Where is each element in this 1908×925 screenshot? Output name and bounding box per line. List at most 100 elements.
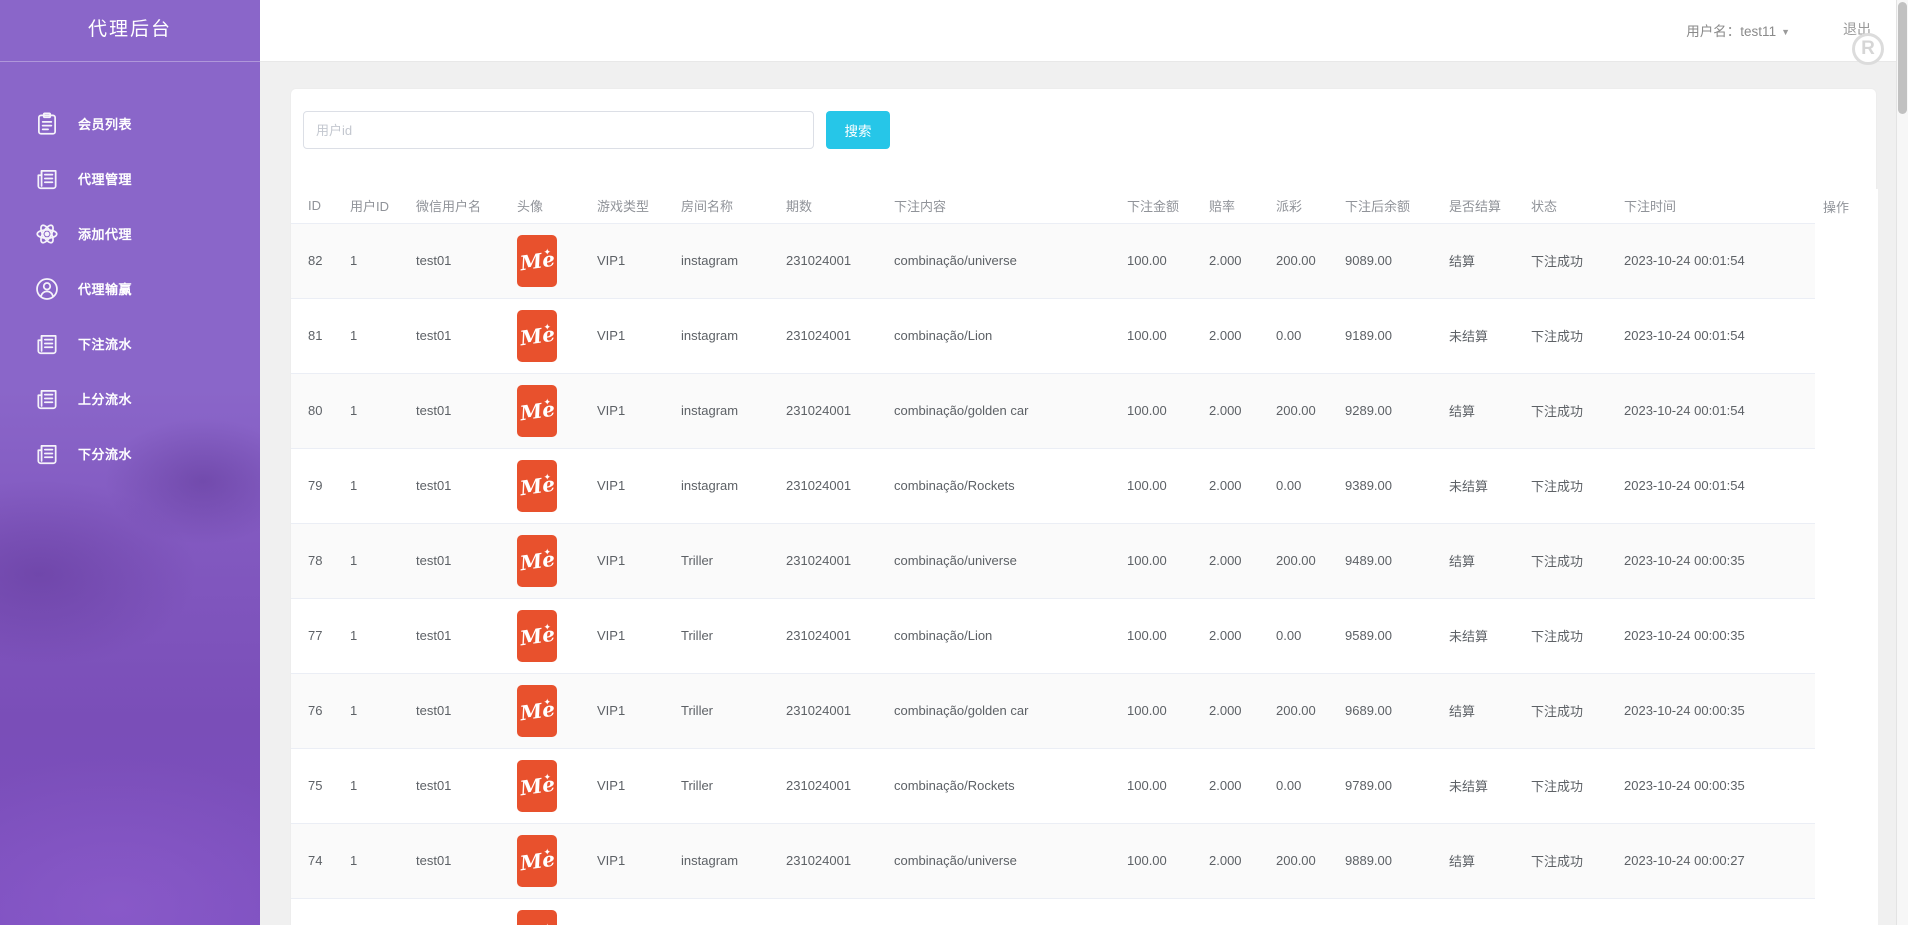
atom-icon <box>33 220 61 248</box>
sidebar-item-label: 会员列表 <box>78 117 133 132</box>
cell-content: combinação/Lion <box>886 598 1119 674</box>
news-icon <box>33 330 61 358</box>
cell-balance: 9789.00 <box>1337 748 1441 824</box>
cell-wechat: test01 <box>408 448 509 524</box>
cell-settled: 结算 <box>1441 373 1523 449</box>
cell-status: 下注成功 <box>1523 298 1616 374</box>
cell-room: instagram <box>673 223 778 299</box>
registered-r-logo: R <box>1852 33 1884 65</box>
cell-payout: 200.00 <box>1268 823 1337 899</box>
table-body: 82 1 test01 Me ✦ VIP1 instagram 231024001 combin… <box>291 223 1878 925</box>
cell-amount: 100.00 <box>1119 448 1201 524</box>
cell-action <box>1815 523 1878 598</box>
cell-settled: 结算 <box>1441 673 1523 749</box>
column-header: 房间名称 <box>673 189 778 224</box>
news-icon <box>33 440 61 468</box>
cell-amount: 100.00 <box>1119 298 1201 374</box>
table-row: 79 1 test01 Me ✦ VIP1 instagram 231024001 combin… <box>291 448 1878 524</box>
wechat-avatar: Me✦ <box>517 834 557 887</box>
cell-id: 80 <box>291 373 342 449</box>
column-header: 游戏类型 <box>589 189 673 224</box>
user-circle-icon <box>33 275 61 303</box>
cell-content: combinação/Rockets <box>886 748 1119 824</box>
table-row: 82 1 test01 Me ✦ VIP1 instagram 231024001 combin… <box>291 223 1878 299</box>
chevron-down-icon: ▼ <box>1781 27 1790 37</box>
sparkle-icon: ✦ <box>543 696 551 707</box>
search-bar: 搜索 <box>303 111 1876 149</box>
sparkle-icon: ✦ <box>543 846 551 857</box>
cell-content <box>886 898 1119 925</box>
cell-content: combinação/golden car <box>886 373 1119 449</box>
sidebar-item-4[interactable]: 代理输赢 <box>0 261 260 316</box>
sidebar-item-6[interactable]: 上分流水 <box>0 371 260 426</box>
cell-payout: 0.00 <box>1268 298 1337 374</box>
cell-time: 2023-10-24 00:00:35 <box>1616 748 1815 824</box>
cell-status: 下注成功 <box>1523 223 1616 299</box>
sidebar-item-7[interactable]: 下分流水 <box>0 426 260 481</box>
cell-uid: 1 <box>342 673 408 749</box>
column-header: 派彩 <box>1268 189 1337 224</box>
cell-time: 2023-10-24 00:01:54 <box>1616 223 1815 299</box>
cell-status: 下注成功 <box>1523 448 1616 524</box>
cell-status: 下注成功 <box>1523 673 1616 749</box>
cell-action <box>1815 823 1878 898</box>
table-row: 81 1 test01 Me ✦ VIP1 instagram 231024001 combin… <box>291 298 1878 374</box>
cell-period: 231024001 <box>778 598 886 674</box>
cell-game: VIP1 <box>589 448 673 524</box>
cell-settled: 未结算 <box>1441 298 1523 374</box>
cell-amount: 100.00 <box>1119 373 1201 449</box>
cell-wechat: test01 <box>408 223 509 299</box>
cell-settled: 未结算 <box>1441 448 1523 524</box>
cell-period: 231024001 <box>778 373 886 449</box>
cell-settled: 结算 <box>1441 823 1523 899</box>
cell-amount: 100.00 <box>1119 673 1201 749</box>
sparkle-icon: ✦ <box>543 396 551 407</box>
cell-odds: 2.000 <box>1201 823 1268 899</box>
column-header: 下注金额 <box>1119 189 1201 224</box>
cell-action <box>1815 898 1878 925</box>
cell-content: combinação/Lion <box>886 298 1119 374</box>
cell-avatar: Me✦ <box>509 823 589 899</box>
cell-content: combinação/universe <box>886 223 1119 299</box>
cell-uid <box>342 898 408 925</box>
search-button[interactable]: 搜索 <box>826 111 890 149</box>
sidebar-item-1[interactable]: 会员列表 <box>0 96 260 151</box>
wechat-avatar: Me✦ <box>517 759 557 812</box>
cell-uid: 1 <box>342 823 408 899</box>
cell-avatar: Me✦ <box>509 298 589 374</box>
username-dropdown[interactable]: 用户名：test11 ▼ <box>1686 20 1790 40</box>
cell-time: 2023-10-24 00:01:54 <box>1616 298 1815 374</box>
cell-uid: 1 <box>342 523 408 599</box>
cell-status: 下注成功 <box>1523 523 1616 599</box>
sidebar-item-5[interactable]: 下注流水 <box>0 316 260 371</box>
sidebar-item-2[interactable]: 代理管理 <box>0 151 260 206</box>
sparkle-icon: ✦ <box>543 771 551 782</box>
scrollbar-thumb[interactable] <box>1898 2 1907 114</box>
cell-time: 2023-10-24 00:00:35 <box>1616 673 1815 749</box>
cell-balance: 9689.00 <box>1337 673 1441 749</box>
cell-amount: 100.00 <box>1119 523 1201 599</box>
search-input[interactable] <box>303 111 814 149</box>
sparkle-icon: ✦ <box>543 922 551 925</box>
cell-action <box>1815 373 1878 448</box>
column-header: 赔率 <box>1201 189 1268 224</box>
wechat-avatar: Me✦ <box>517 309 557 362</box>
cell-uid: 1 <box>342 298 408 374</box>
sparkle-icon: ✦ <box>543 621 551 632</box>
sidebar-item-3[interactable]: 添加代理 <box>0 206 260 261</box>
cell-payout: 200.00 <box>1268 223 1337 299</box>
cell-status: 下注成功 <box>1523 373 1616 449</box>
clipboard-icon <box>33 110 61 138</box>
table-row: 78 1 test01 Me ✦ VIP1 Triller 231024001 combinaç… <box>291 523 1878 599</box>
cell-room: Triller <box>673 598 778 674</box>
table-header-row: ID 用户ID 微信用户名 头像 游戏类型 房间名称 期数 下注内容 下注金额 赔率 派彩 下注后余额… <box>291 189 1878 224</box>
sparkle-icon: ✦ <box>543 471 551 482</box>
cell-odds: 2.000 <box>1201 223 1268 299</box>
cell-balance: 9089.00 <box>1337 223 1441 299</box>
column-header: 下注后余额 <box>1337 189 1441 224</box>
cell-balance: 9289.00 <box>1337 373 1441 449</box>
cell-game: VIP1 <box>589 298 673 374</box>
vertical-scrollbar[interactable] <box>1896 0 1908 925</box>
cell-avatar: Me✦ <box>509 523 589 599</box>
cell-settled: 结算 <box>1441 223 1523 299</box>
